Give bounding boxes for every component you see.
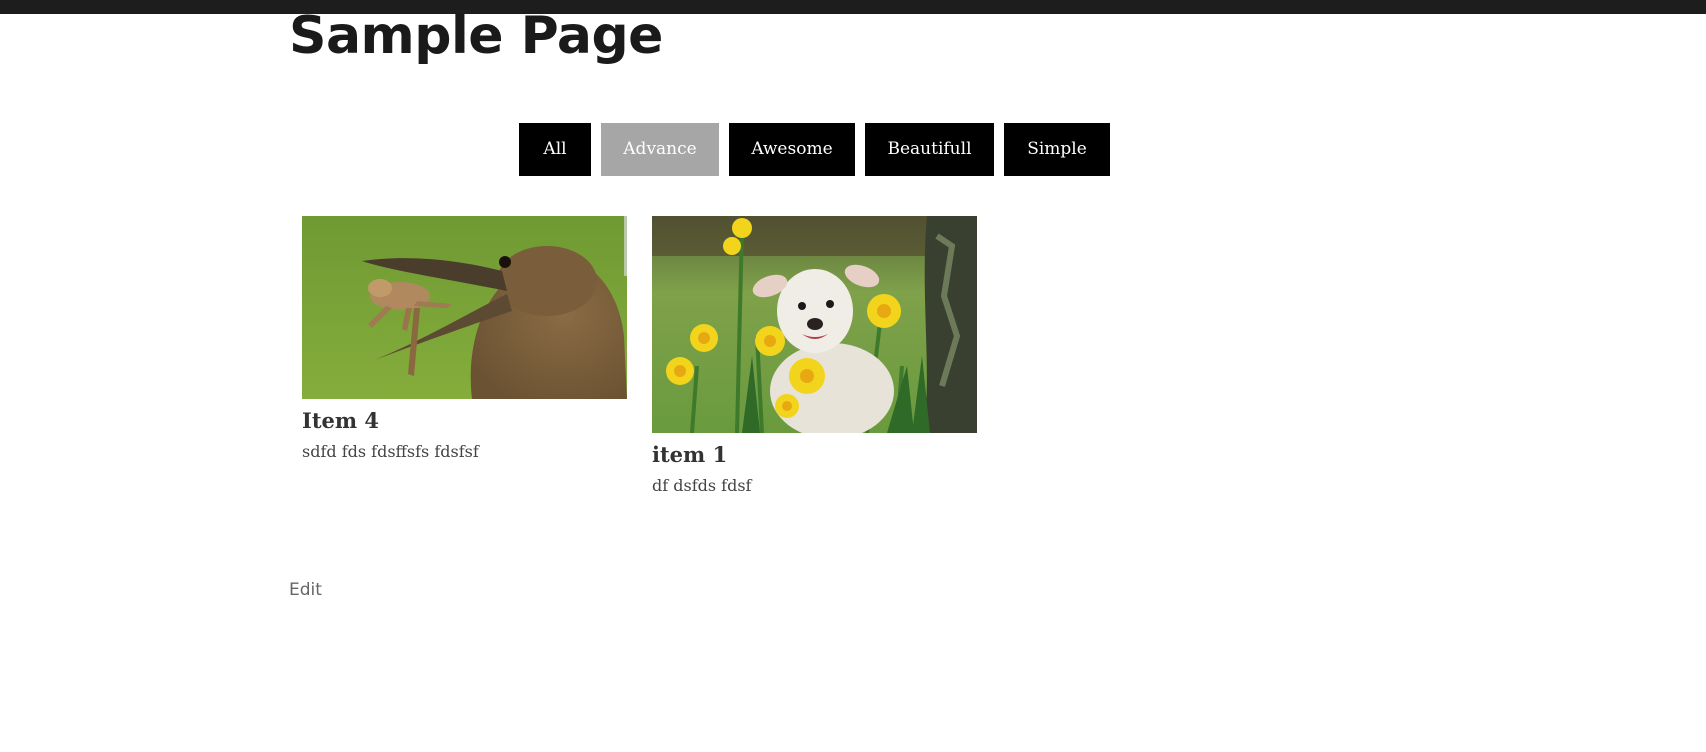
item-title[interactable]: item 1 (652, 441, 977, 469)
filter-all-button[interactable]: All (519, 123, 591, 176)
item-description: df dsfds fdsf (652, 476, 752, 495)
filter-beautifull-button[interactable]: Beautifull (865, 123, 994, 176)
item-image-lamb[interactable] (652, 216, 977, 433)
edit-link[interactable]: Edit (289, 580, 322, 600)
page-title: Sample Page (289, 6, 663, 66)
item-description: sdfd fds fdsffsfs fdsfsf (302, 442, 479, 461)
filter-simple-button[interactable]: Simple (1004, 123, 1110, 176)
admin-bar (0, 0, 1706, 14)
item-title[interactable]: Item 4 (302, 407, 627, 435)
item-image-hamerkop[interactable] (302, 216, 627, 399)
portfolio-item: item 1 df dsfds fdsf (652, 216, 977, 497)
filter-awesome-button[interactable]: Awesome (729, 123, 855, 176)
filter-advance-button[interactable]: Advance (601, 123, 719, 176)
portfolio-item: Item 4 sdfd fds fdsffsfs fdsfsf (302, 216, 627, 463)
